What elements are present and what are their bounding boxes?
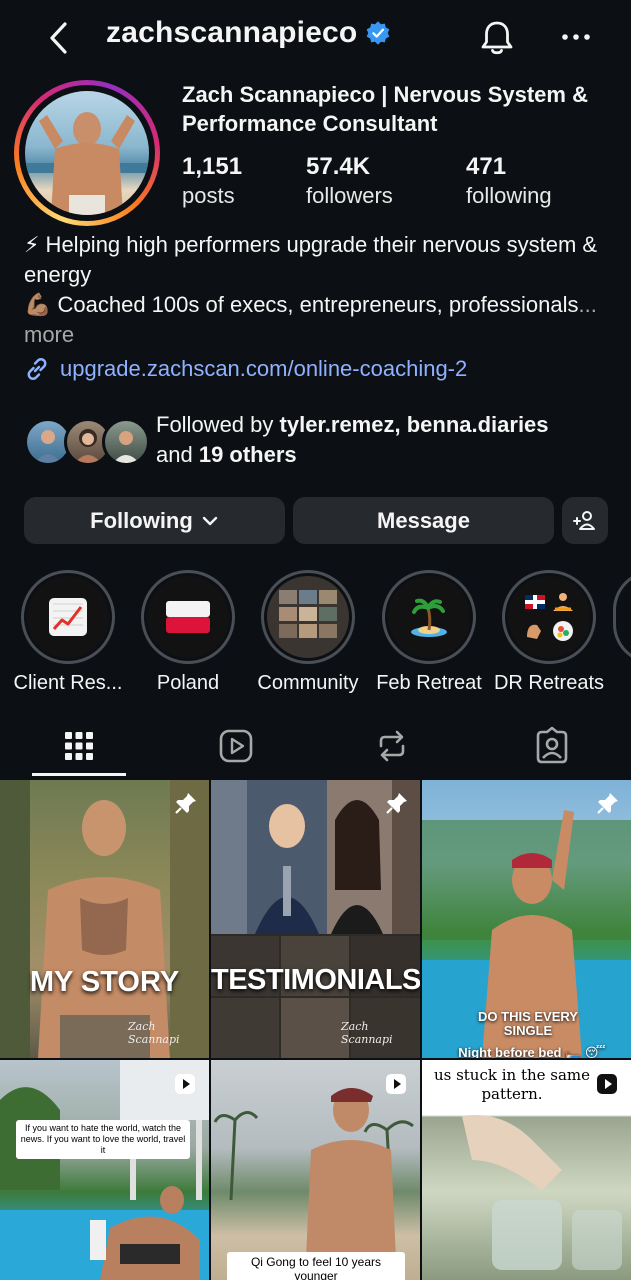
highlight-label: DR Retreats — [493, 672, 605, 694]
link-icon — [27, 358, 47, 380]
stat-followers[interactable]: 57.4K followers — [306, 152, 466, 210]
profile-full-name: Zach Scannapieco | Nervous System & Perf… — [182, 82, 588, 136]
followed-by[interactable]: Followed by tyler.remez, benna.diaries a… — [24, 410, 624, 474]
bio-line: 💪🏽 Coached 100s of execs, entrepreneurs,… — [24, 292, 579, 317]
stat-label: following — [466, 183, 552, 208]
pin-icon — [386, 793, 407, 814]
highlight-client-results[interactable]: Client Res... — [12, 570, 124, 695]
post-caption: Qi Gong to feel 10 years younger — [227, 1252, 405, 1280]
back-chevron-icon[interactable] — [40, 18, 76, 58]
posts-grid: MY STORY Zach Scannapi TESTIMONIALS Zach… — [0, 780, 631, 1280]
highlight-label: Client Res... — [13, 672, 123, 694]
tagged-icon[interactable] — [532, 726, 572, 766]
stat-posts[interactable]: 1,151 posts — [182, 152, 306, 210]
top-bar: zachscannapieco — [0, 0, 631, 76]
bio-line-wrap: 💪🏽 Coached 100s of execs, entrepreneurs,… — [24, 290, 614, 350]
post-image — [0, 780, 209, 1058]
reposts-icon[interactable] — [372, 726, 412, 766]
highlight-label: Poland — [156, 672, 220, 694]
stat-label: followers — [306, 183, 393, 208]
grid-icon[interactable] — [59, 726, 99, 766]
reels-icon[interactable] — [216, 726, 256, 766]
pin-icon — [597, 793, 618, 814]
following-button[interactable]: Following — [24, 497, 285, 544]
post-tile[interactable]: DO THIS EVERY SINGLE Night before bed 🛏️… — [422, 780, 631, 1058]
profile-link[interactable]: upgrade.zachscan.com/online-coaching-2 — [24, 356, 467, 382]
stat-label: posts — [182, 183, 235, 208]
username: zachscannapieco — [106, 16, 358, 49]
more-options-icon[interactable] — [556, 22, 596, 52]
highlight-feb-retreat[interactable]: Feb Retreat — [373, 570, 485, 695]
reel-icon — [175, 1074, 195, 1094]
followed-prefix: Followed by — [156, 412, 280, 437]
stat-value: 57.4K — [306, 153, 371, 180]
reel-icon — [386, 1074, 406, 1094]
notifications-bell-icon[interactable] — [478, 18, 516, 58]
suggested-users-button[interactable] — [562, 497, 608, 544]
highlight-community[interactable]: Community — [252, 570, 364, 695]
stat-value: 1,151 — [182, 153, 243, 180]
profile-tabs — [0, 716, 631, 778]
avatar-photo — [25, 91, 149, 215]
link-text: upgrade.zachscan.com/online-coaching-2 — [60, 356, 468, 381]
highlight-partial[interactable] — [613, 570, 631, 664]
pin-icon — [175, 793, 196, 814]
retreat-emojis-icon — [525, 593, 573, 641]
follower-avatar — [102, 418, 150, 466]
active-tab-indicator — [32, 773, 126, 776]
post-tile[interactable]: If you want to hate the world, watch the… — [0, 1060, 209, 1280]
chevron-down-icon — [202, 516, 218, 525]
verified-badge-icon — [367, 21, 390, 45]
highlight-dr-retreats[interactable]: DR Retreats — [493, 570, 605, 695]
stat-value: 471 — [466, 153, 507, 180]
post-caption: us stuck in the same pattern. — [433, 1066, 591, 1103]
post-caption: If you want to hate the world, watch the… — [16, 1120, 190, 1159]
add-person-icon — [573, 510, 595, 530]
message-button[interactable]: Message — [293, 497, 554, 544]
followed-names[interactable]: tyler.remez, benna.diaries — [280, 412, 549, 437]
post-tile[interactable]: Qi Gong to feel 10 years younger — [211, 1060, 420, 1280]
post-tile[interactable]: TESTIMONIALS Zach Scannapi — [211, 780, 420, 1058]
profile-username-header: zachscannapieco — [106, 16, 391, 50]
bio-line: ⚡ Helping high performers upgrade their … — [24, 232, 598, 287]
post-tile[interactable]: us stuck in the same pattern. — [422, 1060, 631, 1280]
post-signature: Zach Scannapi — [341, 1020, 393, 1046]
post-image — [211, 780, 420, 1058]
profile-avatar[interactable] — [14, 80, 160, 226]
chart-increasing-icon — [49, 598, 87, 636]
following-label: Following — [90, 507, 193, 533]
reel-icon — [597, 1074, 617, 1094]
highlight-label: Community — [257, 672, 359, 694]
stat-following[interactable]: 471 following — [466, 152, 596, 210]
desert-island-icon — [411, 598, 447, 637]
post-tile[interactable]: MY STORY Zach Scannapi — [0, 780, 209, 1058]
post-caption: DO THIS EVERY SINGLE — [478, 1009, 578, 1038]
post-overlay-text: Night before bed 🛏️ 😴 — [458, 1045, 606, 1058]
highlight-label: Feb Retreat — [376, 672, 482, 694]
message-label: Message — [377, 507, 470, 533]
followed-by-text: Followed by tyler.remez, benna.diaries a… — [156, 410, 549, 470]
post-caption: MY STORY — [29, 966, 180, 998]
profile-bio: ⚡ Helping high performers upgrade their … — [24, 230, 614, 350]
followed-others[interactable]: 19 others — [199, 442, 297, 467]
profile-stats: 1,151 posts 57.4K followers 471 followin… — [182, 152, 596, 210]
followed-and: and — [156, 442, 199, 467]
community-collage-icon — [279, 590, 337, 638]
highlight-poland[interactable]: Poland — [132, 570, 244, 695]
post-caption: TESTIMONIALS — [211, 964, 420, 996]
post-signature: Zach Scannapi — [128, 1020, 180, 1046]
poland-flag-icon — [166, 601, 210, 633]
